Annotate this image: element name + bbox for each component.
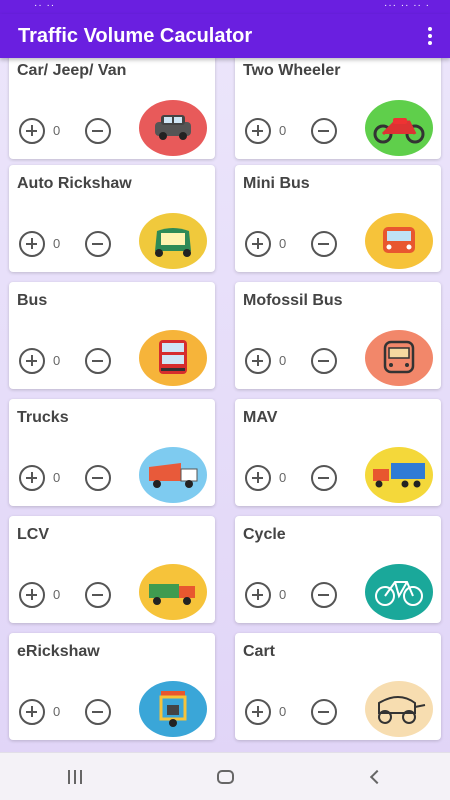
vehicle-count: 0 bbox=[279, 587, 287, 602]
vehicle-card-cart: Cart 0 bbox=[235, 633, 441, 740]
decrement-button[interactable] bbox=[85, 231, 111, 257]
decrement-button[interactable] bbox=[85, 582, 111, 608]
increment-button[interactable] bbox=[19, 118, 45, 144]
vehicle-name: LCV bbox=[17, 526, 49, 543]
vehicle-name: Two Wheeler bbox=[243, 62, 341, 79]
increment-button[interactable] bbox=[19, 582, 45, 608]
recent-apps-icon bbox=[68, 769, 82, 784]
decrement-button[interactable] bbox=[311, 231, 337, 257]
vehicle-grid: Car/ Jeep/ Van 0 Two Wheeler 0 Auto Rick… bbox=[0, 58, 450, 748]
vehicle-card-two-wheeler: Two Wheeler 0 bbox=[235, 58, 441, 159]
increment-button[interactable] bbox=[19, 348, 45, 374]
increment-button[interactable] bbox=[19, 231, 45, 257]
decrement-button[interactable] bbox=[85, 118, 111, 144]
vehicle-card-trucks: Trucks 0 bbox=[9, 399, 215, 506]
increment-button[interactable] bbox=[245, 118, 271, 144]
vehicle-name: Auto Rickshaw bbox=[17, 175, 132, 192]
system-nav-bar bbox=[0, 752, 450, 800]
vehicle-card-auto-rickshaw: Auto Rickshaw 0 bbox=[9, 165, 215, 272]
app-title: Traffic Volume Caculator bbox=[18, 24, 253, 47]
vehicle-count: 0 bbox=[53, 704, 61, 719]
vehicle-count: 0 bbox=[53, 236, 61, 251]
vehicle-name: Mini Bus bbox=[243, 175, 310, 192]
decrement-button[interactable] bbox=[311, 348, 337, 374]
decrement-button[interactable] bbox=[311, 465, 337, 491]
vehicle-count: 0 bbox=[53, 587, 61, 602]
motorcycle-icon bbox=[365, 100, 433, 156]
vehicle-card-mini-bus: Mini Bus 0 bbox=[235, 165, 441, 272]
vehicle-name: Cycle bbox=[243, 526, 286, 543]
back-button[interactable] bbox=[345, 757, 405, 797]
decrement-button[interactable] bbox=[85, 465, 111, 491]
vehicle-count: 0 bbox=[279, 123, 287, 138]
container-truck-icon bbox=[365, 447, 433, 503]
light-truck-icon bbox=[139, 564, 207, 620]
increment-button[interactable] bbox=[245, 348, 271, 374]
status-bar: ·· ·· ··· ·· ·· · bbox=[0, 0, 450, 14]
increment-button[interactable] bbox=[19, 465, 45, 491]
vehicle-name: Cart bbox=[243, 643, 276, 660]
home-icon bbox=[216, 769, 234, 784]
increment-button[interactable] bbox=[245, 231, 271, 257]
vehicle-count: 0 bbox=[279, 704, 287, 719]
vehicle-card-lcv: LCV 0 bbox=[9, 516, 215, 623]
vehicle-name: Mofossil Bus bbox=[243, 292, 343, 309]
increment-button[interactable] bbox=[245, 699, 271, 725]
e-rickshaw-icon bbox=[139, 681, 207, 737]
increment-button[interactable] bbox=[245, 582, 271, 608]
decrement-button[interactable] bbox=[311, 582, 337, 608]
vehicle-card-bus: Bus 0 bbox=[9, 282, 215, 389]
decrement-button[interactable] bbox=[311, 699, 337, 725]
status-left: ·· ·· bbox=[34, 0, 56, 11]
vehicle-card-erickshaw: eRickshaw 0 bbox=[9, 633, 215, 740]
overflow-menu-icon[interactable] bbox=[410, 14, 450, 58]
vehicle-card-cycle: Cycle 0 bbox=[235, 516, 441, 623]
bicycle-icon bbox=[365, 564, 433, 620]
status-right: ··· ·· ·· · bbox=[384, 0, 430, 11]
vehicle-name: Car/ Jeep/ Van bbox=[17, 62, 127, 79]
vehicle-count: 0 bbox=[279, 353, 287, 368]
increment-button[interactable] bbox=[19, 699, 45, 725]
vehicle-count: 0 bbox=[53, 353, 61, 368]
mini-bus-icon bbox=[365, 213, 433, 269]
back-icon bbox=[369, 769, 385, 784]
vehicle-name: Trucks bbox=[17, 409, 69, 426]
decrement-button[interactable] bbox=[85, 699, 111, 725]
increment-button[interactable] bbox=[245, 465, 271, 491]
home-button[interactable] bbox=[195, 757, 255, 797]
vehicle-card-mofossil-bus: Mofossil Bus 0 bbox=[235, 282, 441, 389]
decrement-button[interactable] bbox=[311, 118, 337, 144]
recent-apps-button[interactable] bbox=[45, 757, 105, 797]
vehicle-card-car: Car/ Jeep/ Van 0 bbox=[9, 58, 215, 159]
vehicle-name: MAV bbox=[243, 409, 278, 426]
vehicle-name: Bus bbox=[17, 292, 48, 309]
bus-front-icon bbox=[365, 330, 433, 386]
vehicle-count: 0 bbox=[53, 470, 61, 485]
vehicle-count: 0 bbox=[279, 236, 287, 251]
auto-rickshaw-icon bbox=[139, 213, 207, 269]
double-decker-bus-icon bbox=[139, 330, 207, 386]
decrement-button[interactable] bbox=[85, 348, 111, 374]
car-icon bbox=[139, 100, 207, 156]
vehicle-card-mav: MAV 0 bbox=[235, 399, 441, 506]
vehicle-name: eRickshaw bbox=[17, 643, 100, 660]
horse-cart-icon bbox=[365, 681, 433, 737]
vehicle-count: 0 bbox=[53, 123, 61, 138]
vehicle-count: 0 bbox=[279, 470, 287, 485]
app-bar: Traffic Volume Caculator bbox=[0, 14, 450, 58]
dump-truck-icon bbox=[139, 447, 207, 503]
